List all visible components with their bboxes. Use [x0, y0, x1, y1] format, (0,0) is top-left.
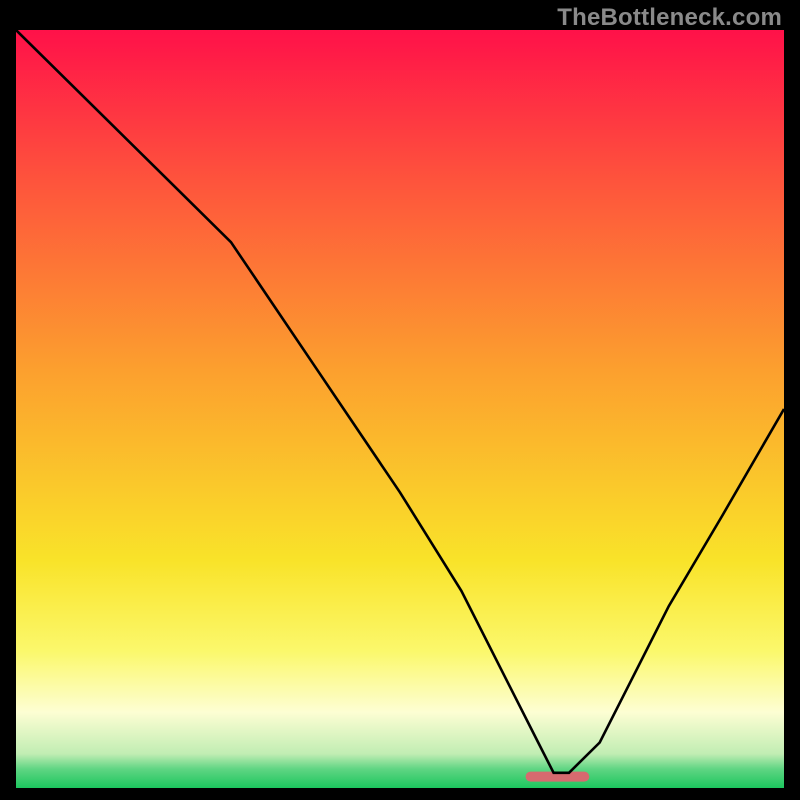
watermark-text: TheBottleneck.com	[557, 4, 782, 32]
bottleneck-chart	[16, 30, 784, 788]
chart-frame	[16, 30, 784, 788]
